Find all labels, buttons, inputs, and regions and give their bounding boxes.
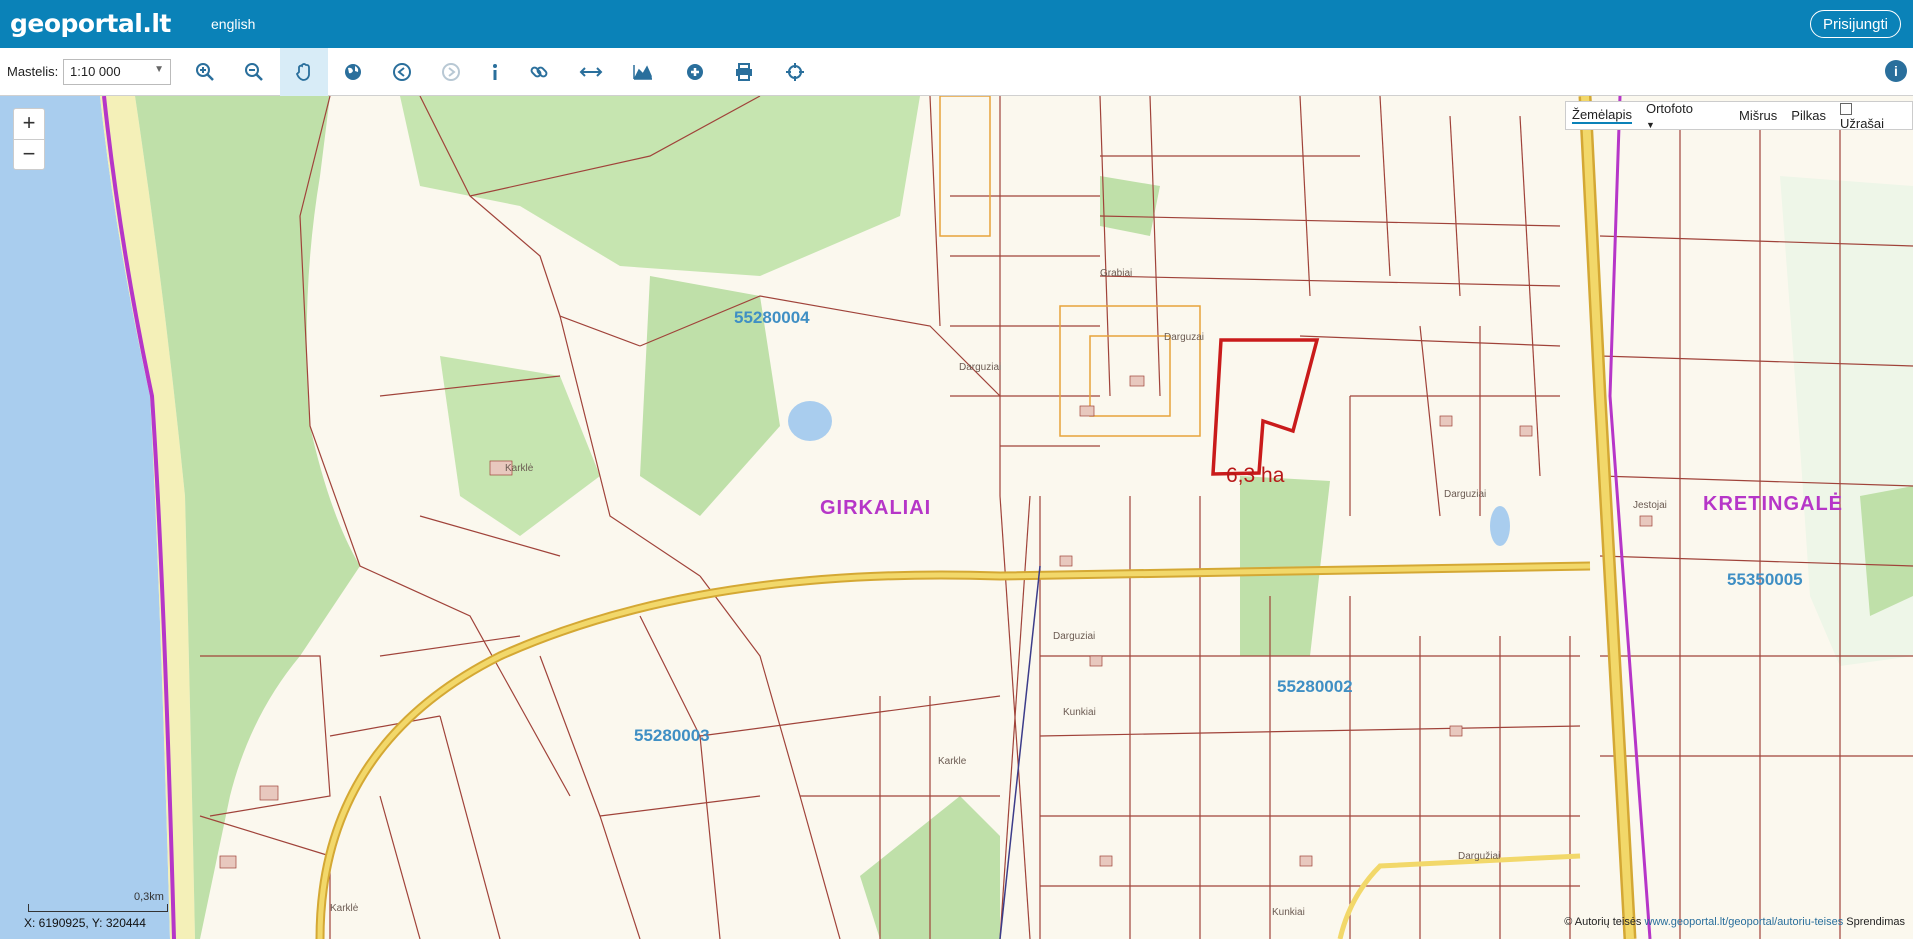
place-label: Darguziai (1053, 631, 1096, 642)
village-label: KRETINGALĖ (1703, 493, 1843, 515)
labels-toggle[interactable]: Užrašai (1839, 101, 1906, 131)
map-canvas[interactable]: 55280004 55280003 55280002 55350005 GIRK… (0, 96, 1913, 939)
place-label: Jestojai (1633, 500, 1667, 511)
back-icon[interactable] (378, 48, 426, 96)
zoom-out-icon[interactable] (230, 48, 278, 96)
layer-pilkas[interactable]: Pilkas (1791, 108, 1826, 123)
coordinates-readout: X: 6190925, Y: 320444 (24, 916, 146, 930)
labels-toggle-label: Užrašai (1839, 115, 1885, 131)
login-button[interactable]: Prisijungti (1809, 10, 1901, 38)
map-toolbar: Mastelis: 1:10 000 ▼ i (0, 48, 1913, 96)
zoom-in-button[interactable]: + (14, 109, 44, 139)
caret-down-icon: ▼ (1645, 119, 1655, 130)
chevron-down-icon: ▼ (154, 64, 164, 75)
area-label: 6,3 ha (1226, 464, 1285, 487)
place-label: Kunkiai (1063, 707, 1096, 718)
help-info-icon[interactable]: i (1885, 60, 1907, 82)
globe-icon[interactable] (329, 48, 377, 96)
pan-hand-icon[interactable] (280, 48, 328, 96)
place-label: Darguzai (1164, 332, 1205, 343)
place-label: Karklė (505, 463, 534, 474)
layer-ortofoto[interactable]: Ortofoto ▼ (1646, 101, 1725, 131)
map-graphics (0, 96, 1913, 939)
copyright: © Autorių teisės www.geoportal.lt/geopor… (1564, 916, 1905, 928)
copyright-link[interactable]: www.geoportal.lt/geoportal/autoriu-teise… (1645, 916, 1844, 928)
zoom-in-icon[interactable] (181, 48, 229, 96)
parcel-label: 55350005 (1727, 570, 1803, 589)
zoom-out-button[interactable]: − (14, 139, 44, 169)
place-label: Dargužiai (1458, 851, 1501, 862)
place-label: Darguziai (1444, 489, 1487, 500)
scale-label: Mastelis: (7, 64, 59, 79)
place-label: Karkle (938, 756, 967, 767)
place-label: Karklė (330, 903, 359, 914)
language-link[interactable]: english (211, 16, 255, 32)
locate-icon[interactable] (771, 48, 819, 96)
measure-icon[interactable] (567, 48, 615, 96)
scale-bar (28, 904, 168, 912)
geoportal-logo[interactable]: geoportal.lt (10, 9, 171, 38)
info-icon[interactable] (471, 48, 519, 96)
scale-bar-label: 0,3km (134, 891, 164, 903)
parcel-label: 55280003 (634, 726, 710, 745)
link-icon[interactable] (515, 48, 563, 96)
layer-zemelapis[interactable]: Žemėlapis (1572, 107, 1632, 124)
place-label: Kunkiai (1272, 907, 1305, 918)
copyright-suffix[interactable]: Sprendimas (1846, 916, 1905, 928)
place-label: Grabiai (1100, 268, 1133, 279)
print-icon[interactable] (720, 48, 768, 96)
checkbox-icon (1839, 102, 1852, 115)
forward-icon[interactable] (427, 48, 475, 96)
copyright-prefix: © Autorių teisės (1564, 916, 1642, 928)
village-label: GIRKALIAI (820, 497, 932, 519)
layer-misrus[interactable]: Mišrus (1739, 108, 1777, 123)
top-bar: geoportal.lt english Prisijungti (0, 0, 1913, 48)
place-label: Darguziai (959, 362, 1002, 373)
zoom-control: + − (13, 108, 45, 170)
layer-ortofoto-label: Ortofoto (1645, 100, 1693, 116)
parcel-label: 55280004 (734, 308, 810, 327)
add-icon[interactable] (671, 48, 719, 96)
layer-switcher: Žemėlapis Ortofoto ▼ Mišrus Pilkas Užraš… (1565, 101, 1913, 131)
parcel-label: 55280002 (1277, 677, 1353, 696)
profile-icon[interactable] (619, 48, 667, 96)
scale-value: 1:10 000 (70, 64, 121, 79)
scale-select[interactable]: 1:10 000 ▼ (63, 59, 171, 85)
